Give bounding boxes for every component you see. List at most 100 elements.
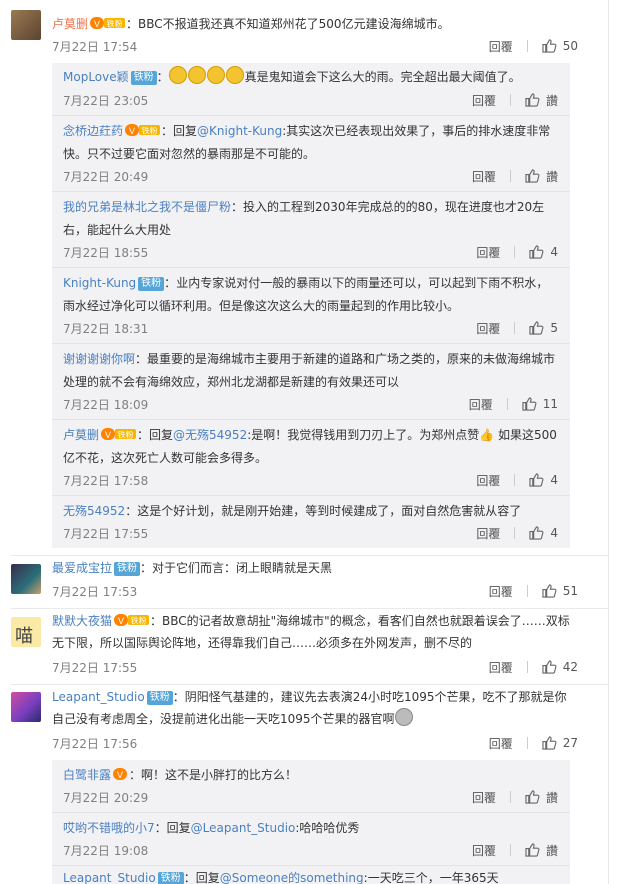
thumbs-up-icon[interactable] <box>525 169 540 183</box>
reply-button[interactable]: 回覆 <box>476 525 500 542</box>
reply-author[interactable]: Knight-Kung <box>63 276 136 290</box>
reply-button[interactable]: 回覆 <box>489 659 513 676</box>
comment-author[interactable]: 卢莫删 <box>52 17 88 31</box>
thumbs-up-icon[interactable] <box>529 321 544 335</box>
reply-body: 啊！这不是小胖打的比方么！ <box>141 768 298 782</box>
svg-text:铁粉: 铁粉 <box>107 19 123 29</box>
mention-link[interactable]: @无殇54952 <box>173 428 247 442</box>
reply-item: 卢莫删 V 铁粉 ：回复@无殇54952:是啊！我觉得钱用到刀刃上了。为郑州点赞👍 如… <box>52 420 570 496</box>
comment-body: 对于它们而言：闭上眼睛就是天黑 <box>152 561 333 575</box>
reply-author[interactable]: Leapant_Studio <box>63 871 156 884</box>
like-count: 27 <box>562 736 578 750</box>
fans-badge: 铁粉 <box>138 277 165 291</box>
reply-item: 无殇54952：这是个好计划，就是刚开始建，等到时候建成了，面对自然危害就从容了… <box>52 496 570 548</box>
reply-item: 谢谢谢谢你啊：最重要的是海绵城市主要用于新建的道路和广场之类的，原来的未做海绵城… <box>52 344 570 420</box>
reply-actions: 回覆 讚 <box>472 789 558 805</box>
avatar[interactable]: 喵 <box>11 617 41 647</box>
avatar[interactable] <box>11 10 41 40</box>
like-count: 5 <box>550 321 558 335</box>
reply-button[interactable]: 回覆 <box>476 244 500 261</box>
thumbs-up-icon[interactable] <box>529 526 544 540</box>
reply-actions: 回覆 讚 <box>472 92 558 108</box>
thumbs-up-icon[interactable] <box>529 245 544 259</box>
reply-author[interactable]: 念桥边荭药 <box>63 124 123 138</box>
reply-text: 谢谢谢谢你啊：最重要的是海绵城市主要用于新建的道路和广场之类的，原来的未做海绵城… <box>63 352 556 389</box>
comment-author[interactable]: 最爱成宝拉 <box>52 561 112 575</box>
comment-actions: 回覆 50 <box>489 38 578 54</box>
thumbs-up-icon[interactable] <box>542 584 557 598</box>
mention-link[interactable]: @Leapant_Studio <box>191 821 296 835</box>
comment-time: 7月22日 17:53 <box>52 585 138 599</box>
action-divider <box>514 322 516 334</box>
svg-text:铁粉: 铁粉 <box>131 616 147 626</box>
thumbs-up-icon[interactable] <box>525 790 540 804</box>
thumbs-up-icon[interactable] <box>529 473 544 487</box>
like-count: 4 <box>550 245 558 259</box>
reply-author[interactable]: 白鹭非露 <box>63 768 111 782</box>
reply-time: 7月22日 20:49 <box>63 170 149 184</box>
reply-actions: 回覆 讚 <box>472 842 558 858</box>
thumbs-up-icon[interactable] <box>542 39 557 53</box>
comment-item: 卢莫删 V 铁粉 ：BBC不报道我还真不知道郑州花了500亿元建设海绵城市。 7月22… <box>0 0 608 556</box>
comment-author[interactable]: 默默大夜猫 <box>52 614 112 628</box>
comment-author[interactable]: Leapant_Studio <box>52 690 145 704</box>
reply-button[interactable]: 回覆 <box>472 842 496 859</box>
emoji-icon <box>394 708 413 726</box>
reply-time: 7月22日 18:55 <box>63 246 149 260</box>
svg-text:V: V <box>117 770 123 780</box>
comment-time: 7月22日 17:54 <box>52 40 138 54</box>
reply-author[interactable]: 我的兄弟是林北之我不是僵尸粉 <box>63 200 231 214</box>
reply-button[interactable]: 回覆 <box>469 396 493 413</box>
reply-text: 卢莫删 V 铁粉 ：回复@无殇54952:是啊！我觉得钱用到刀刃上了。为郑州点赞👍 如… <box>63 428 557 465</box>
avatar[interactable] <box>11 692 41 722</box>
reply-time: 7月22日 18:09 <box>63 398 149 412</box>
comment-item: 喵 默默大夜猫 V 铁粉 ：BBC的记者故意胡扯"海绵城市"的概念，看客们自然也就跟着… <box>0 609 608 685</box>
reply-actions: 回覆 4 <box>476 525 558 541</box>
reply-author[interactable]: 无殇54952 <box>63 504 125 518</box>
emoji-icon <box>225 66 244 84</box>
thumbs-up-icon[interactable] <box>525 843 540 857</box>
comment-time: 7月22日 17:55 <box>52 661 138 675</box>
comment-item: 最爱成宝拉 铁粉 ：对于它们而言：闭上眼睛就是天黑 7月22日 17:53 回覆 5… <box>0 556 608 609</box>
reply-body: 这是个好计划，就是刚开始建，等到时候建成了，面对自然危害就从容了 <box>137 504 522 518</box>
reply-body: 真是鬼知道会下这么大的雨。完全超出最大阈值了。 <box>244 70 521 84</box>
thumbs-up-icon[interactable] <box>542 736 557 750</box>
action-divider <box>509 94 511 106</box>
thumbs-up-icon[interactable] <box>542 660 557 674</box>
reply-author[interactable]: 谢谢谢谢你啊 <box>63 352 135 366</box>
reply-text: 无殇54952：这是个好计划，就是刚开始建，等到时候建成了，面对自然危害就从容了 <box>63 504 522 518</box>
mention-link[interactable]: @Knight-Kung <box>197 124 282 138</box>
reply-button[interactable]: 回覆 <box>472 168 496 185</box>
reply-button[interactable]: 回覆 <box>489 583 513 600</box>
reply-author[interactable]: MopLove颖 <box>63 70 129 84</box>
vip-icon: V <box>113 768 128 780</box>
mention-link[interactable]: @Someone的something <box>220 871 364 884</box>
like-count: 讚 <box>545 169 558 184</box>
thumbs-up-icon[interactable] <box>522 397 537 411</box>
reply-meta: 7月22日 18:55 回覆 4 <box>63 244 558 260</box>
scrollbar[interactable] <box>608 0 620 884</box>
action-divider <box>514 246 516 258</box>
reply-button[interactable]: 回覆 <box>472 92 496 109</box>
avatar[interactable] <box>11 564 41 594</box>
reply-time: 7月22日 23:05 <box>63 94 149 108</box>
svg-text:V: V <box>129 126 135 136</box>
comment-meta: 7月22日 17:55 回覆 42 <box>52 659 578 675</box>
reply-actions: 回覆 11 <box>469 396 558 412</box>
comment-meta: 7月22日 17:54 回覆 50 <box>52 38 578 54</box>
emoji-icon <box>206 66 225 84</box>
reply-button[interactable]: 回覆 <box>476 320 500 337</box>
comment-actions: 回覆 27 <box>489 735 578 751</box>
reply-button[interactable]: 回覆 <box>489 735 513 752</box>
fans-badge: 铁粉 <box>130 71 157 85</box>
comment-meta: 7月22日 17:53 回覆 51 <box>52 583 578 599</box>
svg-text:铁粉: 铁粉 <box>142 126 158 136</box>
reply-author[interactable]: 卢莫删 <box>63 428 99 442</box>
fans-badge: 铁粉 <box>114 562 141 576</box>
reply-button[interactable]: 回覆 <box>489 38 513 55</box>
reply-button[interactable]: 回覆 <box>476 472 500 489</box>
like-count: 42 <box>562 660 578 674</box>
reply-author[interactable]: 哎哟不错哦的小7 <box>63 821 155 835</box>
reply-button[interactable]: 回覆 <box>472 789 496 806</box>
thumbs-up-icon[interactable] <box>525 93 540 107</box>
